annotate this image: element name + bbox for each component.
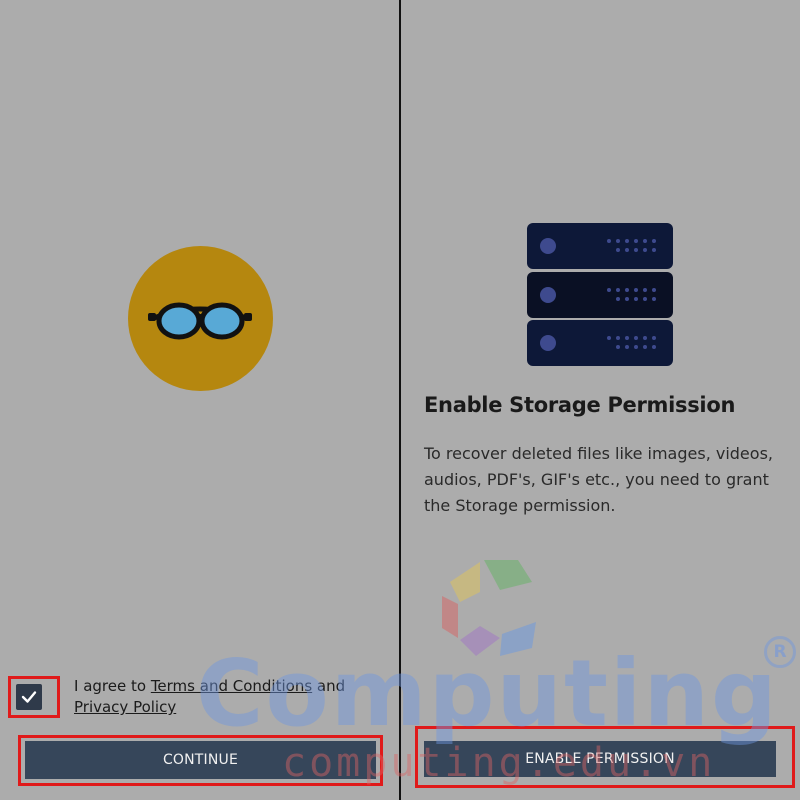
app-logo	[128, 246, 273, 391]
agree-text: I agree to Terms and Conditions and Priv…	[74, 676, 384, 718]
server-storage-icon	[527, 223, 673, 366]
checkmark-icon	[21, 691, 37, 703]
terms-link[interactable]: Terms and Conditions	[151, 677, 312, 695]
right-screen: Enable Storage Permission To recover del…	[401, 0, 800, 800]
permission-description: To recover deleted files like images, vi…	[424, 444, 773, 515]
enable-permission-button[interactable]: ENABLE PERMISSION	[424, 741, 776, 777]
privacy-link[interactable]: Privacy Policy	[74, 698, 176, 716]
agree-prefix: I agree to	[74, 677, 147, 695]
continue-button[interactable]: CONTINUE	[25, 741, 376, 779]
permission-title: Enable Storage Permission	[424, 393, 736, 417]
left-screen: I agree to Terms and Conditions and Priv…	[0, 0, 399, 800]
agree-connector: and	[316, 677, 346, 695]
sunglasses-icon	[148, 302, 252, 340]
agree-checkbox[interactable]	[16, 684, 42, 710]
